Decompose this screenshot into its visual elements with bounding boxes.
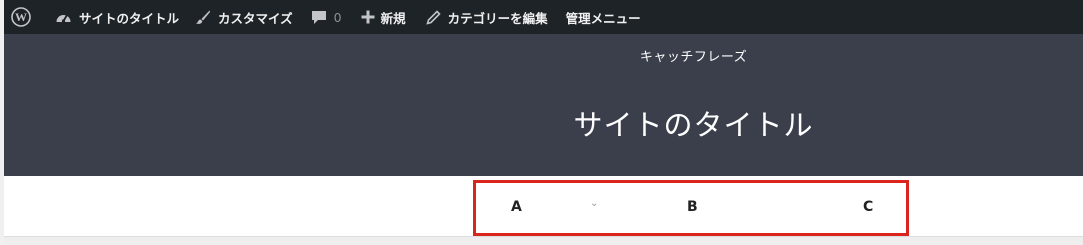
paintbrush-icon [196, 10, 211, 24]
chevron-down-icon[interactable]: ⌄ [590, 198, 598, 209]
admin-menu-label: 管理メニュー [565, 10, 641, 26]
site-header: キャッチフレーズ サイトのタイトル [4, 34, 1083, 176]
plus-icon [361, 10, 375, 24]
site-title[interactable]: サイトのタイトル [4, 102, 1083, 144]
nav-item-c[interactable]: C [863, 199, 873, 215]
admin-bar-site-name[interactable]: サイトのタイトル [55, 0, 179, 34]
site-name-label: サイトのタイトル [79, 10, 180, 26]
edit-category-label: カテゴリーを編集 [447, 10, 548, 26]
dashboard-icon [56, 14, 71, 23]
customize-label: カスタマイズ [218, 10, 293, 26]
admin-bar-new[interactable]: 新規 [361, 0, 406, 34]
admin-bar-admin-menu[interactable]: 管理メニュー [566, 0, 641, 34]
nav-item-a[interactable]: A [511, 199, 522, 215]
admin-bar-customize[interactable]: カスタマイズ [195, 0, 293, 34]
nav-bottom-divider [4, 236, 1083, 245]
pencil-icon [425, 9, 441, 25]
admin-bar-comments[interactable]: 0 [311, 0, 342, 34]
wordpress-icon: W [11, 7, 31, 27]
new-label: 新規 [380, 10, 406, 26]
comments-count: 0 [333, 9, 342, 25]
nav-item-b[interactable]: B [687, 199, 698, 215]
admin-bar: W サイトのタイトル カスタマイズ 0 新規 カテゴリーを編集 管理メニュー [4, 0, 1083, 34]
admin-bar-edit-category[interactable]: カテゴリーを編集 [425, 0, 548, 34]
svg-text:W: W [15, 10, 27, 24]
site-tagline: キャッチフレーズ [639, 50, 748, 65]
page: W サイトのタイトル カスタマイズ 0 新規 カテゴリーを編集 管理メニュー キ… [0, 0, 1083, 245]
wordpress-logo-button[interactable]: W [11, 0, 31, 34]
comment-icon [311, 10, 326, 24]
